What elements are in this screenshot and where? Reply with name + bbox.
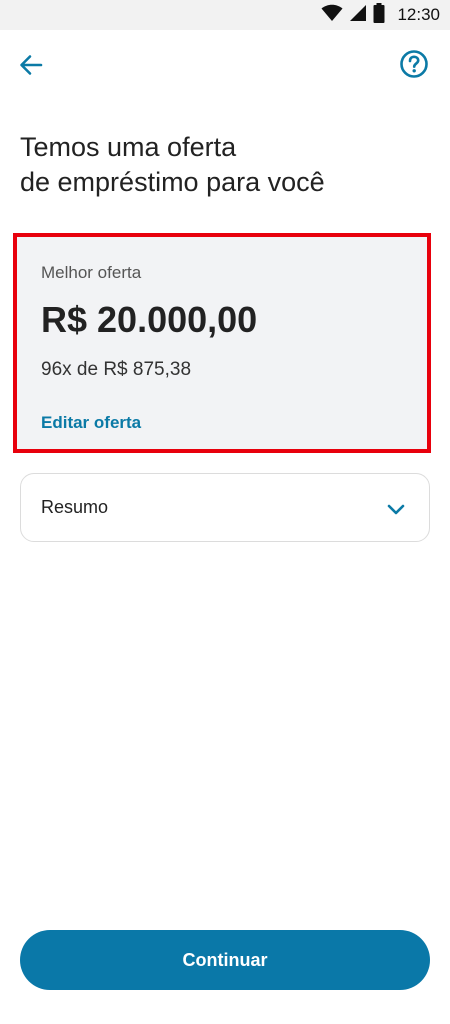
question-circle-icon xyxy=(399,49,429,84)
page-title: Temos uma oferta de empréstimo para você xyxy=(20,130,430,200)
offer-installments: 96x de R$ 875,38 xyxy=(41,359,192,380)
offer-label: Melhor oferta xyxy=(41,263,142,282)
best-offer-card: Melhor oferta R$ 20.000,00 96x de R$ 875… xyxy=(13,233,431,453)
arrow-left-icon xyxy=(17,51,45,84)
edit-offer-link[interactable]: Editar oferta xyxy=(41,413,141,433)
status-bar: 12:30 xyxy=(0,0,450,30)
offer-amount: R$ 20.000,00 xyxy=(41,299,258,340)
help-button[interactable] xyxy=(398,49,430,84)
title-line-2: de empréstimo para você xyxy=(20,167,325,197)
summary-label: Resumo xyxy=(41,497,109,517)
battery-icon xyxy=(373,2,385,28)
top-bar xyxy=(0,30,450,102)
title-line-1: Temos uma oferta xyxy=(20,132,237,162)
status-time: 12:30 xyxy=(397,5,440,24)
summary-accordion[interactable]: Resumo xyxy=(20,473,430,542)
status-icons: 12:30 xyxy=(321,2,440,28)
chevron-down-icon xyxy=(385,498,407,520)
wifi-icon xyxy=(321,4,343,27)
cell-signal-icon xyxy=(349,4,367,27)
back-button[interactable] xyxy=(14,50,48,84)
continue-button[interactable]: Continuar xyxy=(20,930,430,990)
